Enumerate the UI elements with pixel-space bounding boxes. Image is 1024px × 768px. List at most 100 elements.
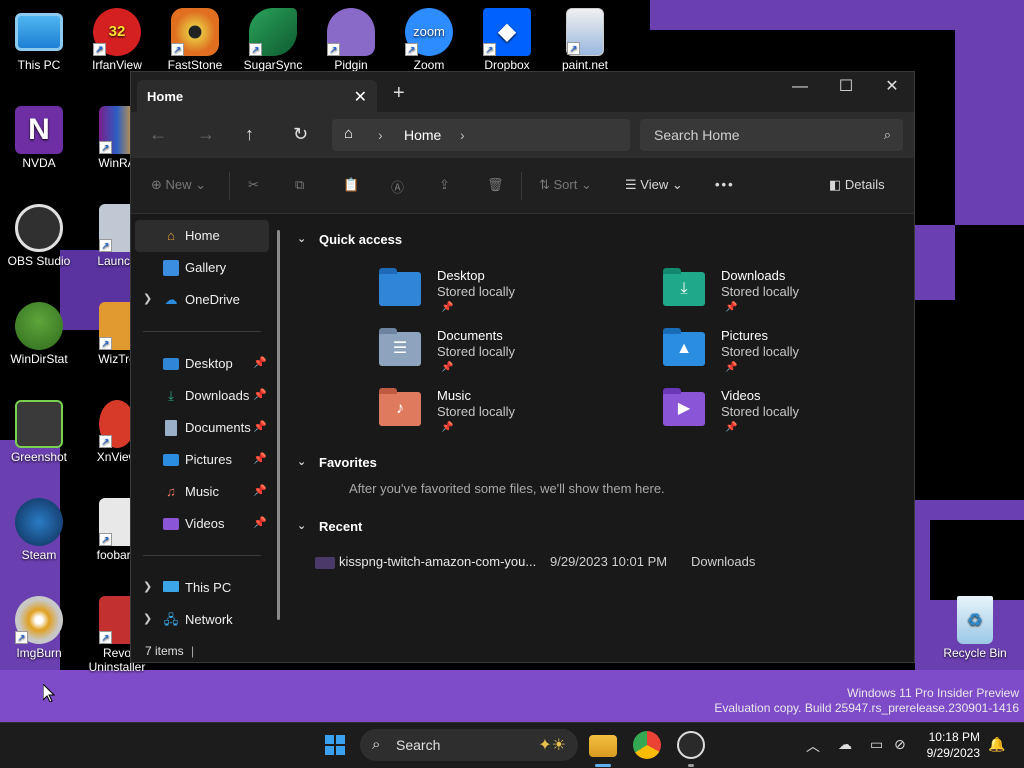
section-recent[interactable]: ⌄ Recent — [297, 519, 362, 534]
nav-item-downloads[interactable]: ⤓ Downloads 📌 — [135, 380, 269, 412]
start-button[interactable] — [321, 731, 349, 759]
gallery-icon — [163, 260, 179, 276]
desktop-icon-sugarsync[interactable]: ↗ SugarSync — [234, 8, 312, 72]
desktop-icon-obs-studio[interactable]: OBS Studio — [0, 204, 78, 268]
refresh-button[interactable]: ↻ — [293, 124, 308, 145]
desktop-icon-greenshot[interactable]: Greenshot — [0, 400, 78, 464]
desktop-icon-imgburn[interactable]: ↗ ImgBurn — [0, 596, 78, 660]
network-tray-icon[interactable]: ⊘ — [894, 736, 906, 753]
pictures-folder-icon: ▲ — [663, 328, 705, 366]
up-button[interactable]: ↑ — [245, 124, 254, 145]
back-button[interactable]: ← — [149, 124, 167, 145]
new-tab-button[interactable]: + — [393, 82, 405, 105]
desktop-icon-dropbox[interactable]: ◆ ↗ Dropbox — [468, 8, 546, 72]
breadcrumb[interactable]: ⌂ › Home › — [332, 119, 630, 151]
file-explorer-taskbar-icon[interactable] — [589, 735, 617, 757]
quick-access-item[interactable]: ☰ Documents Stored locally 📌 — [379, 328, 639, 384]
chevron-down-icon[interactable]: ⌄ — [297, 519, 306, 532]
pin-icon: 📌 — [725, 302, 738, 313]
onedrive-tray-icon[interactable]: ☁ — [838, 736, 852, 753]
minimize-button[interactable]: — — [777, 72, 823, 102]
videos-folder-icon: ▶ — [663, 388, 705, 426]
desktop-icon-irfanview[interactable]: 32 ↗ IrfanView — [78, 8, 156, 72]
nav-item-this-pc[interactable]: ❯ This PC — [135, 572, 269, 604]
pin-icon: 📌 — [253, 357, 267, 369]
desktop-icon-paint-net[interactable]: ↗ paint.net — [546, 8, 624, 72]
recent-file-row[interactable]: kisspng-twitch-amazon-com-you... 9/29/20… — [315, 554, 907, 574]
desktop-icon-pidgin[interactable]: ↗ Pidgin — [312, 8, 390, 72]
pin-icon: 📌 — [253, 389, 267, 401]
nav-item-home[interactable]: ⌂ Home — [135, 220, 269, 252]
share-icon[interactable]: ⇪ — [439, 177, 450, 193]
app-indicator — [688, 764, 694, 767]
chevron-down-icon[interactable]: ⌄ — [297, 232, 306, 245]
taskbar-search[interactable]: ⌕ Search ✦☀ — [360, 729, 578, 761]
desktop-icon-this-pc[interactable]: This PC — [0, 8, 78, 72]
view-button[interactable]: ☰ View ⌄ — [625, 177, 683, 193]
chevron-down-icon[interactable]: ⌄ — [297, 455, 306, 468]
desktop-icon-faststone[interactable]: ↗ FastStone — [156, 8, 234, 72]
nav-item-onedrive[interactable]: ❯ ☁ OneDrive — [135, 284, 269, 316]
desktop-icon-recycle-bin[interactable]: ♻ Recycle Bin — [936, 596, 1014, 660]
delete-icon[interactable]: 🗑 — [487, 177, 504, 193]
active-app-indicator — [595, 764, 611, 767]
search-input[interactable]: Search Home ⌕ — [640, 119, 903, 151]
section-favorites[interactable]: ⌄ Favorites — [297, 455, 377, 470]
new-button[interactable]: ⊕ New ⌄ — [151, 177, 206, 193]
expand-chevron-icon[interactable]: ❯ — [143, 612, 152, 625]
desktop-icon-nvda[interactable]: N NVDA — [0, 106, 78, 170]
quick-access-item[interactable]: ⤓ Downloads Stored locally 📌 — [663, 268, 914, 324]
nav-item-documents[interactable]: Documents 📌 — [135, 412, 269, 444]
details-button[interactable]: ◧ Details — [829, 177, 885, 193]
nav-item-music[interactable]: ♫ Music 📌 — [135, 476, 269, 508]
quick-access-item[interactable]: Desktop Stored locally 📌 — [379, 268, 639, 324]
hummingbird-icon: ↗ — [249, 8, 297, 56]
desktop-icon-zoom[interactable]: zoom ↗ Zoom — [390, 8, 468, 72]
pin-icon: 📌 — [253, 517, 267, 529]
maximize-button[interactable]: ☐ — [823, 72, 869, 102]
desktop-icon-windirstat[interactable]: WinDirStat — [0, 302, 78, 366]
pin-icon: 📌 — [441, 362, 454, 373]
taskbar: ⌕ Search ✦☀ ︿ ☁ ▭ ⊘ 10:18 PM 9/29/2023 🔔 — [0, 722, 1024, 768]
breadcrumb-home[interactable]: Home — [404, 127, 441, 143]
expand-chevron-icon[interactable]: ❯ — [143, 580, 152, 593]
tab-home[interactable]: Home ✕ — [137, 80, 377, 112]
display-tray-icon[interactable]: ▭ — [870, 736, 883, 753]
forward-button[interactable]: → — [197, 124, 215, 145]
search-icon: ⌕ — [883, 127, 891, 142]
close-window-button[interactable]: ✕ — [869, 72, 914, 102]
quick-access-item[interactable]: ▲ Pictures Stored locally 📌 — [663, 328, 914, 384]
obs-taskbar-icon[interactable] — [677, 731, 705, 759]
shortcut-arrow-icon: ↗ — [249, 43, 262, 56]
expand-chevron-icon[interactable]: ❯ — [143, 292, 152, 305]
item-count: 7 items — [145, 644, 184, 658]
quick-access-item[interactable]: ♪ Music Stored locally 📌 — [379, 388, 639, 444]
tab-title: Home — [147, 89, 184, 104]
close-tab-icon[interactable]: ✕ — [354, 87, 367, 107]
nav-item-desktop[interactable]: Desktop 📌 — [135, 348, 269, 380]
content-pane: ⌄ Quick access Desktop Stored locally 📌 … — [289, 214, 914, 636]
chevron-up-icon[interactable]: ︿ — [806, 736, 820, 756]
nav-item-gallery[interactable]: Gallery — [135, 252, 269, 284]
quick-access-item[interactable]: ▶ Videos Stored locally 📌 — [663, 388, 914, 444]
nav-item-network[interactable]: ❯ 🖧 Network — [135, 604, 269, 636]
more-options-icon[interactable]: ••• — [715, 177, 735, 192]
shortcut-arrow-icon: ↗ — [483, 43, 496, 56]
desktop-folder-icon — [163, 358, 179, 370]
copy-icon[interactable]: ⧉ — [295, 177, 304, 193]
pin-icon: 📌 — [725, 422, 738, 433]
cut-icon[interactable]: ✂ — [248, 177, 259, 193]
documents-folder-icon: ☰ — [379, 328, 421, 366]
nav-item-pictures[interactable]: Pictures 📌 — [135, 444, 269, 476]
sort-button[interactable]: ⇅ Sort ⌄ — [539, 177, 592, 193]
section-quick-access[interactable]: ⌄ Quick access — [297, 232, 402, 247]
desktop-icon-steam[interactable]: Steam — [0, 498, 78, 562]
nav-scrollbar[interactable] — [277, 230, 280, 620]
notification-bell-icon[interactable]: 🔔 — [988, 736, 1005, 753]
system-clock[interactable]: 10:18 PM 9/29/2023 — [927, 729, 980, 761]
breadcrumb-chevron-icon[interactable]: › — [460, 127, 465, 143]
nav-item-videos[interactable]: Videos 📌 — [135, 508, 269, 540]
rename-icon[interactable]: Ⓐ — [391, 177, 404, 196]
paste-icon[interactable]: 📋 — [343, 177, 359, 193]
chrome-icon[interactable] — [633, 731, 661, 759]
